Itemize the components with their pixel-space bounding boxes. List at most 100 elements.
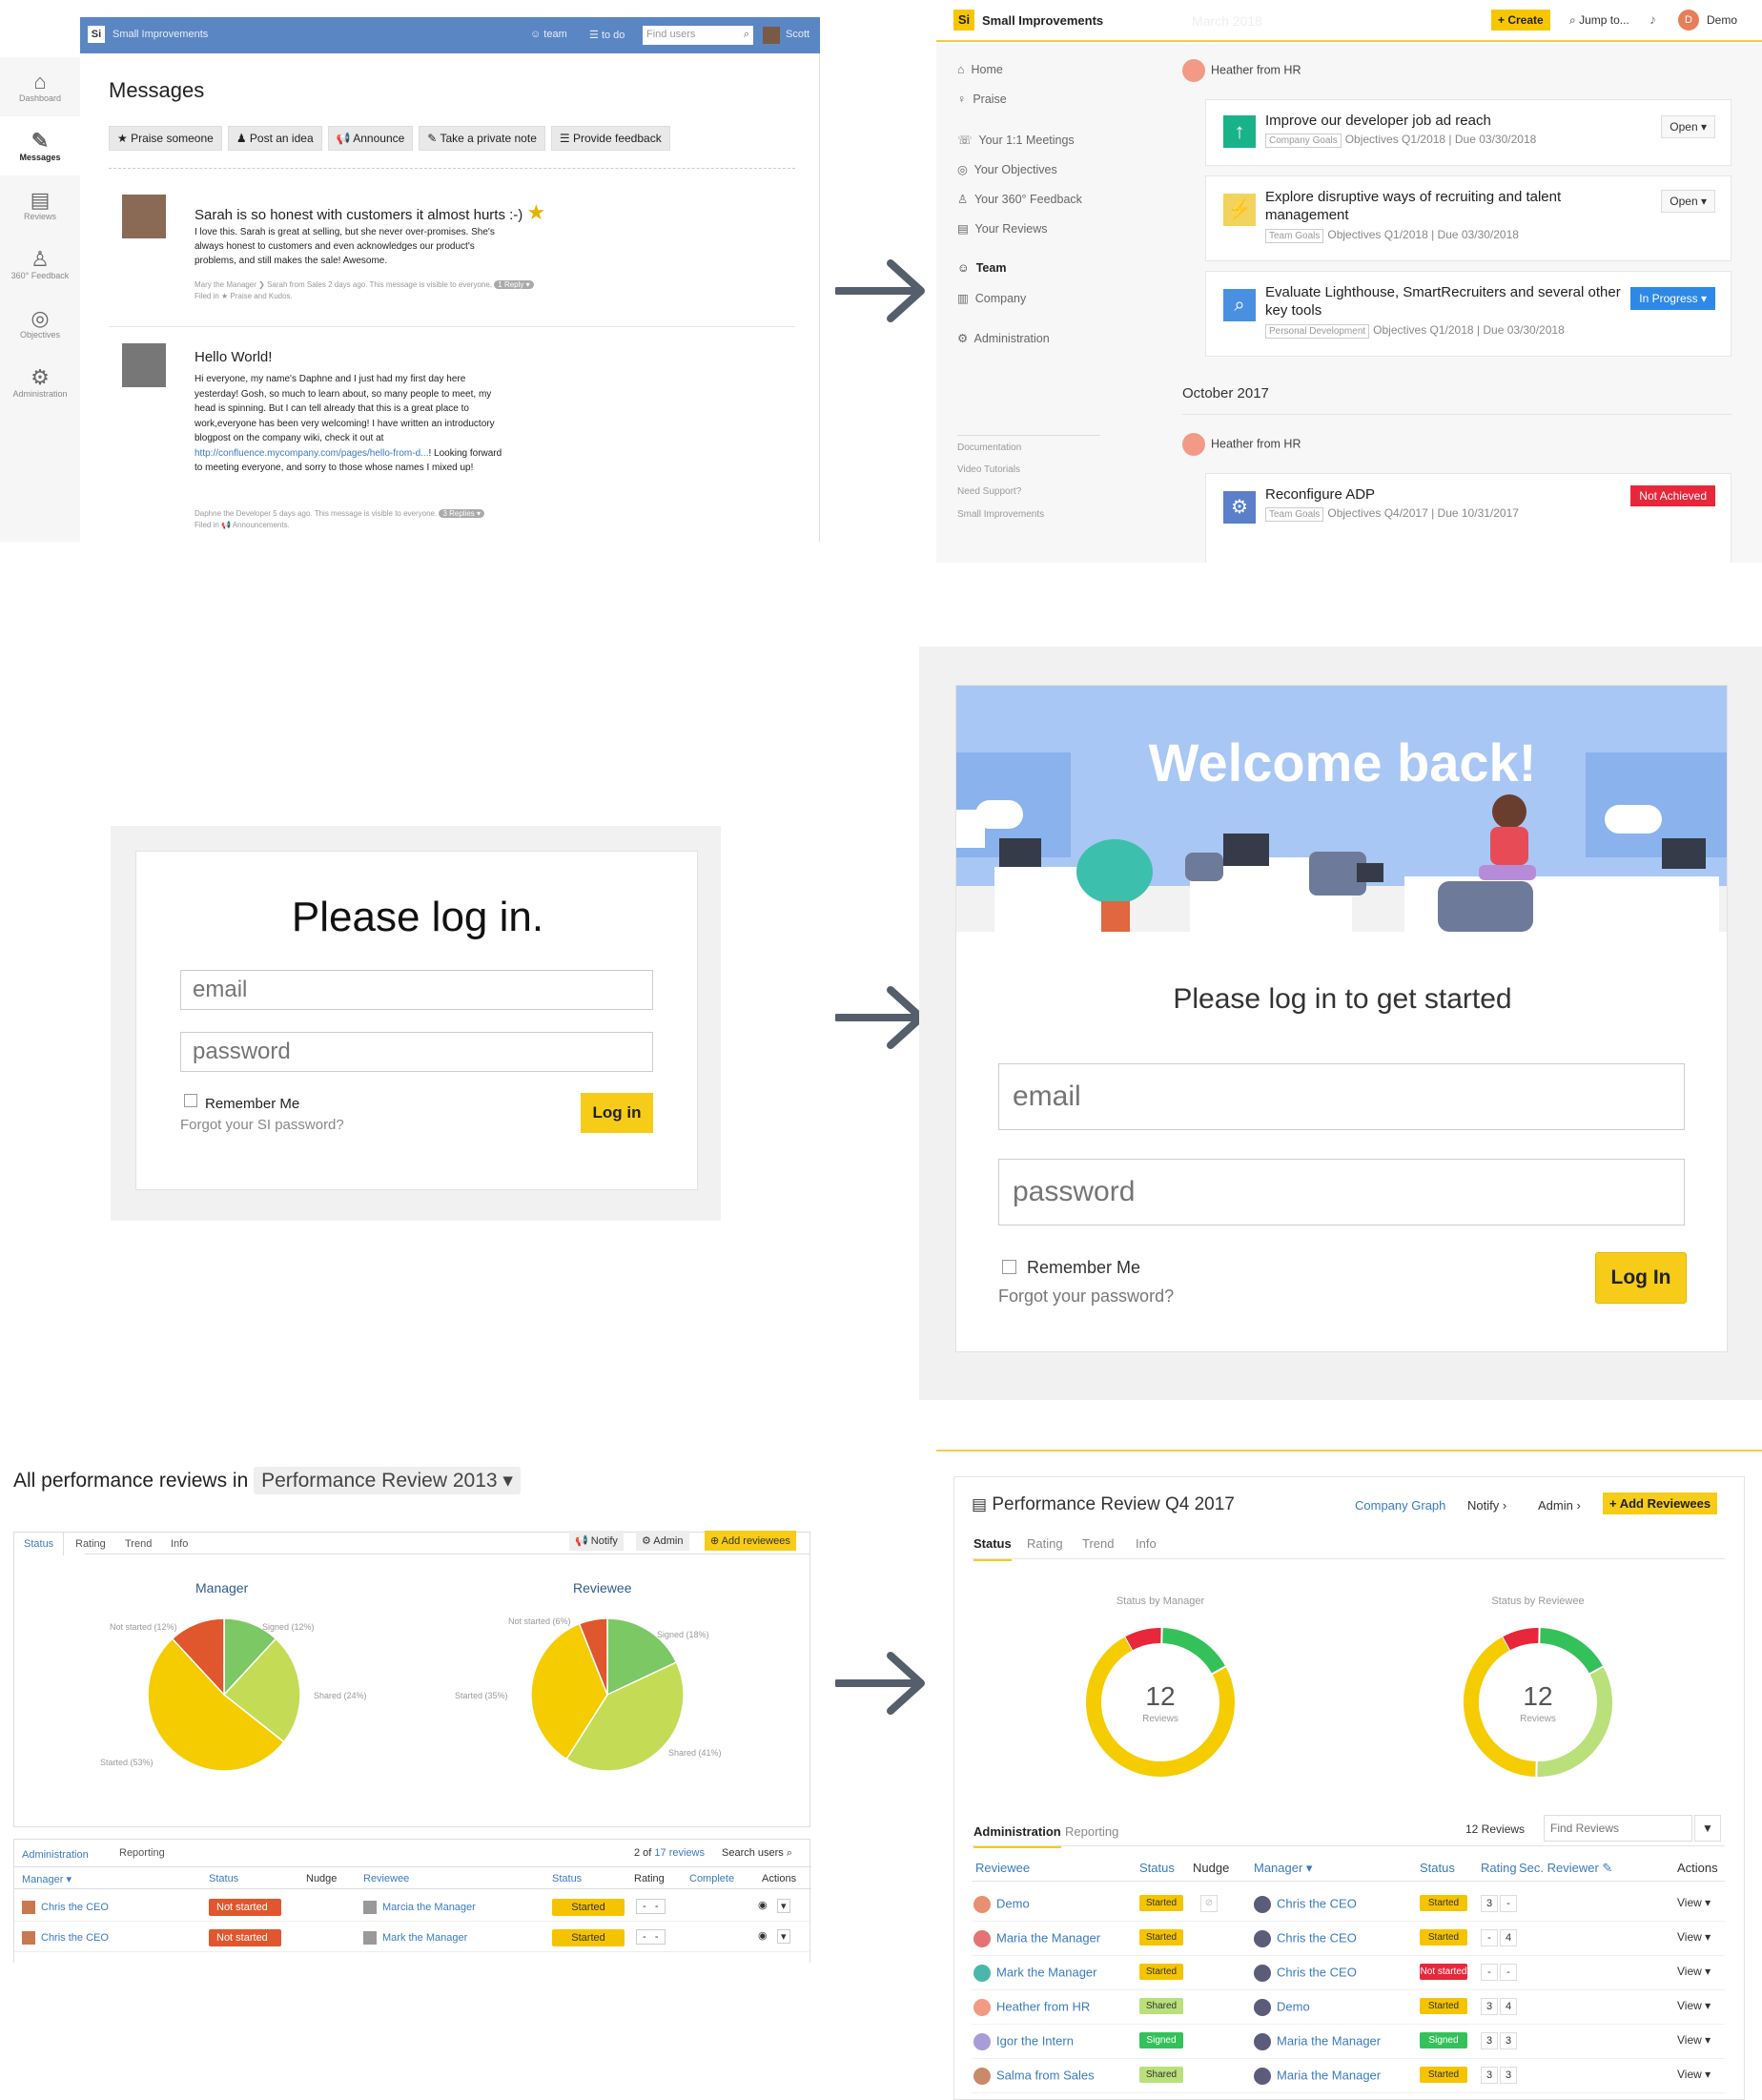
nudge-icon[interactable]: ⊘ [1200, 1895, 1218, 1912]
table-row[interactable]: Igor the InternSignedMaria the ManagerSi… [972, 2025, 1725, 2059]
find-reviews-input[interactable] [1544, 1815, 1692, 1842]
avatar[interactable] [763, 27, 780, 44]
sidebar-item-messages[interactable]: ✎Messages [0, 116, 80, 175]
sidebar-item-home[interactable]: ⌂ Home [957, 63, 1003, 76]
tab-trend[interactable]: Trend [125, 1538, 152, 1550]
announce-button[interactable]: 📢 Announce [328, 126, 414, 151]
tab-trend[interactable]: Trend [1082, 1536, 1114, 1551]
sidebar-item-meetings[interactable]: ☏ Your 1:1 Meetings [957, 133, 1075, 147]
tab-rating[interactable]: Rating [1027, 1536, 1063, 1551]
admin-button[interactable]: ⚙ Admin [636, 1531, 689, 1551]
praise-button[interactable]: ★ Praise someone [109, 126, 222, 151]
table-row[interactable]: Salma from SalesSharedMaria the ManagerS… [972, 2059, 1725, 2093]
view-button[interactable]: View ▾ [1677, 1965, 1711, 1978]
view-button[interactable]: View ▾ [1677, 1999, 1711, 2012]
filter-icon[interactable]: ▼ [1694, 1815, 1721, 1842]
status-badge[interactable]: Not Achieved [1630, 485, 1715, 506]
notify-button[interactable]: 📢 Notify [569, 1531, 624, 1551]
password-field[interactable] [998, 1159, 1685, 1225]
forgot-link[interactable]: Forgot your password? [998, 1287, 1174, 1307]
sidebar-item-objectives[interactable]: ◎ Your Objectives [957, 162, 1057, 176]
table-row[interactable]: Mark the ManagerStartedChris the CEONot … [972, 1956, 1725, 1990]
search-users[interactable]: Search users ⌕ [722, 1847, 792, 1860]
remember-checkbox[interactable] [184, 1094, 197, 1107]
add-reviewees-button[interactable]: ⊕ Add reviewees [705, 1531, 796, 1551]
status-dropdown[interactable]: Open ▾ [1661, 115, 1715, 138]
objective-card[interactable]: ↑ Improve our developer job ad reach Com… [1205, 99, 1731, 166]
footer-si[interactable]: Small Improvements [957, 509, 1044, 520]
donut-center-label: Reviews [1462, 1714, 1614, 1724]
tab-administration[interactable]: Administration [22, 1849, 89, 1861]
eye-icon[interactable]: ◉ [758, 1929, 768, 1942]
sidebar-item-company[interactable]: ▥ Company [957, 291, 1026, 305]
eye-icon[interactable]: ◉ [758, 1899, 768, 1911]
tab-info[interactable]: Info [1136, 1536, 1157, 1551]
sidebar-item-reviews[interactable]: ▤Reviews [0, 175, 80, 235]
private-note-button[interactable]: ✎ Take a private note [419, 126, 545, 151]
cycle-dropdown[interactable]: Performance Review 2013 ▾ [254, 1467, 521, 1494]
sidebar-item-reviews[interactable]: ▤ Your Reviews [957, 221, 1048, 236]
login-button[interactable]: Log in [581, 1093, 653, 1133]
footer-documentation[interactable]: Documentation [957, 443, 1021, 453]
password-field[interactable] [180, 1032, 653, 1072]
view-button[interactable]: View ▾ [1677, 2068, 1711, 2081]
status-dropdown[interactable]: In Progress ▾ [1630, 287, 1715, 310]
sidebar-item-praise[interactable]: ♀ Praise [957, 93, 1007, 106]
pie-label: Signed (18%) [657, 1630, 709, 1639]
table-row[interactable]: Chris the CEO Not started Marcia the Man… [14, 1893, 811, 1922]
remember-checkbox[interactable] [1002, 1260, 1016, 1274]
forgot-link[interactable]: Forgot your SI password? [180, 1117, 344, 1133]
view-button[interactable]: View ▾ [1677, 1896, 1711, 1909]
tab-reporting[interactable]: Reporting [119, 1847, 165, 1859]
sidebar-item-360[interactable]: ♙ Your 360° Feedback [957, 192, 1082, 206]
admin-menu[interactable]: Admin › [1538, 1498, 1581, 1513]
view-button[interactable]: View ▾ [1677, 1930, 1711, 1944]
reply-badge[interactable]: 1 Reply ▾ [494, 280, 533, 289]
post-idea-button[interactable]: ♟ Post an idea [228, 126, 322, 151]
tab-info[interactable]: Info [171, 1538, 188, 1550]
sidebar-item-dashboard[interactable]: ⌂Dashboard [0, 57, 80, 116]
objective-card[interactable]: ⌕ Evaluate Lighthouse, SmartRecruiters a… [1205, 271, 1731, 357]
gear-icon: ⚙ [1223, 491, 1256, 524]
reply-badge[interactable]: 3 Replies ▾ [439, 509, 484, 518]
nav-todo[interactable]: ☰ to do [589, 29, 625, 41]
avatar[interactable]: D [1678, 10, 1699, 31]
jump-to[interactable]: ⌕ Jump to... [1569, 13, 1629, 28]
find-users-input[interactable]: Find users⌕ [643, 26, 753, 45]
chevron-down-icon[interactable]: ▾ [777, 1899, 790, 1913]
create-button[interactable]: + Create [1491, 10, 1550, 31]
sidebar-item-objectives[interactable]: ◎Objectives [0, 294, 80, 353]
tabs-underline [972, 1558, 1725, 1559]
login-button[interactable]: Log In [1595, 1252, 1687, 1304]
avatar [1182, 433, 1205, 456]
footer-support[interactable]: Need Support? [957, 486, 1021, 497]
tab-status[interactable]: Status [14, 1533, 64, 1555]
login-title: Please log in. [136, 894, 699, 941]
add-reviewees-button[interactable]: + Add Reviewees [1603, 1493, 1717, 1514]
table-row[interactable]: DemoStarted⊘Chris the CEOStarted3-View ▾ [972, 1887, 1725, 1922]
tab-reporting[interactable]: Reporting [1065, 1824, 1118, 1839]
sidebar-item-administration[interactable]: ⚙Administration [0, 353, 80, 412]
sidebar-item-360-feedback[interactable]: ♙360° Feedback [0, 235, 80, 294]
table-row[interactable]: Chris the CEO Not started Mark the Manag… [14, 1924, 811, 1952]
notify-menu[interactable]: Notify › [1467, 1498, 1506, 1513]
gear-icon: ⚙ [0, 366, 80, 389]
tab-rating[interactable]: Rating [75, 1538, 106, 1550]
objective-card[interactable]: ⚡ Explore disruptive ways of recruiting … [1205, 175, 1731, 261]
view-button[interactable]: View ▾ [1677, 2033, 1711, 2047]
sidebar-item-team[interactable]: ☺ Team [957, 261, 1006, 275]
footer-video-tutorials[interactable]: Video Tutorials [957, 464, 1020, 475]
table-row[interactable]: Heather from HRSharedDemoStarted34View ▾ [972, 1990, 1725, 2025]
email-field[interactable] [180, 970, 653, 1010]
objective-card[interactable]: ⚙ Reconfigure ADP Team GoalsObjectives Q… [1205, 473, 1731, 563]
table-row[interactable]: Maria the ManagerStartedChris the CEOSta… [972, 1922, 1725, 1956]
provide-feedback-button[interactable]: ☰ Provide feedback [551, 126, 670, 151]
email-field[interactable] [998, 1063, 1685, 1130]
nav-team[interactable]: ☺ team [530, 29, 567, 40]
chevron-down-icon[interactable]: ▾ [777, 1929, 790, 1944]
wiki-link[interactable]: http://confluence.mycompany.com/pages/he… [195, 448, 428, 459]
company-graph-link[interactable]: Company Graph [1355, 1498, 1445, 1513]
bell-icon[interactable]: ♪ [1649, 11, 1656, 27]
sidebar-item-administration[interactable]: ⚙ Administration [957, 331, 1050, 345]
status-dropdown[interactable]: Open ▾ [1661, 190, 1715, 213]
